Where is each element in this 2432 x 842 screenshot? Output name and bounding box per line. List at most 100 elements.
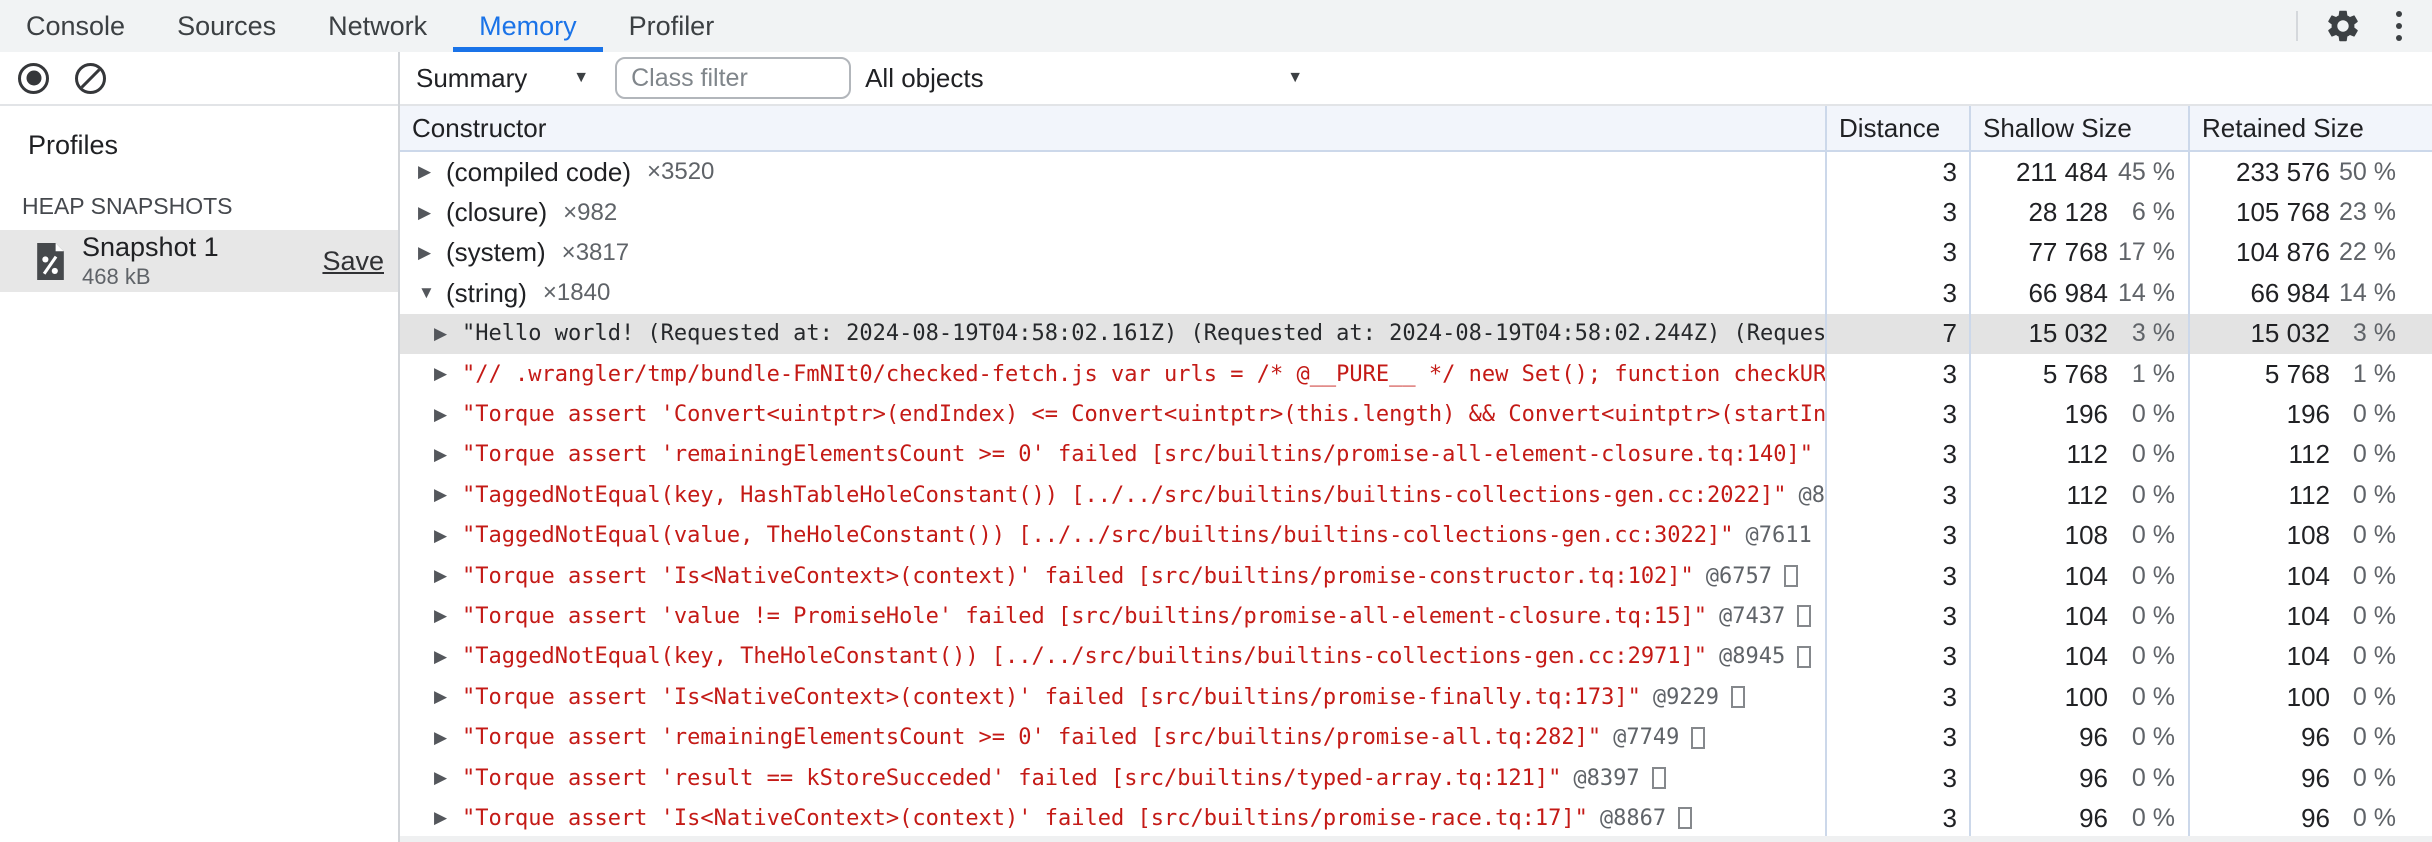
shallow-size-cell: 104 0 %: [1969, 596, 2188, 637]
collapsed-triangle-icon[interactable]: ▶: [434, 526, 462, 546]
table-row-6[interactable]: ▶ "// .wrangler/tmp/bundle-FmNIt0/checked…: [400, 353, 2432, 395]
sidebar-item-snapshot-1[interactable]: Snapshot 1 468 kB Save: [0, 230, 398, 292]
shallow-size-value: 196: [2064, 399, 2108, 430]
collapsed-triangle-icon[interactable]: ▶: [434, 405, 462, 425]
retained-size-value: 104: [2286, 641, 2330, 672]
missing-glyph-box-icon: [1797, 605, 1812, 628]
shallow-size-cell: 96 0 %: [1969, 717, 2188, 758]
class-filter-input[interactable]: [615, 57, 852, 99]
table-row-4[interactable]: ▼ (string) ×1840 3 66 984 14 % 66 984 14 %: [400, 273, 2432, 314]
shallow-size-percent: 0 %: [2131, 480, 2175, 509]
retained-size-cell: 108 0 %: [2188, 515, 2432, 556]
table-row-8[interactable]: ▶ "Torque assert 'remainingElementsCount …: [400, 434, 2432, 476]
table-row-14[interactable]: ▶ "Torque assert 'Is<NativeContext>(conte…: [400, 677, 2432, 718]
shallow-size-percent: 0 %: [2131, 723, 2175, 752]
missing-glyph-box-icon: [1678, 807, 1693, 830]
collapsed-triangle-icon[interactable]: ▶: [434, 324, 462, 344]
retained-size-value: 105 768: [2236, 197, 2330, 228]
table-row-17[interactable]: ▶ "Torque assert 'Is<NativeContext>(conte…: [400, 798, 2432, 836]
table-row-10[interactable]: ▶ "TaggedNotEqual(value, TheHoleConstant(…: [400, 515, 2432, 556]
column-header-shallow-size[interactable]: Shallow Size: [1969, 106, 2188, 150]
constructor-name: (closure): [446, 197, 548, 228]
perspective-select[interactable]: Summary ▼: [416, 63, 589, 94]
collapsed-triangle-icon[interactable]: ▶: [434, 566, 462, 586]
tab-console[interactable]: Console: [0, 0, 151, 52]
retained-size-cell: 233 576 50 %: [2188, 152, 2432, 193]
tab-memory[interactable]: Memory: [453, 0, 603, 52]
retained-size-cell: 112 0 %: [2188, 434, 2432, 476]
collapsed-triangle-icon[interactable]: ▶: [418, 162, 446, 182]
retained-size-percent: 0 %: [2352, 521, 2396, 550]
retained-size-percent: 22 %: [2339, 238, 2396, 267]
instance-count: ×3817: [561, 238, 630, 266]
chevron-down-icon: ▼: [1287, 69, 1304, 86]
table-row-16[interactable]: ▶ "Torque assert 'result == kStoreSuccede…: [400, 757, 2432, 799]
constructor-cell: ▶ "TaggedNotEqual(value, TheHoleConstant(…: [400, 516, 1825, 556]
collapsed-triangle-icon[interactable]: ▶: [434, 647, 462, 667]
retained-size-cell: 104 876 22 %: [2188, 232, 2432, 274]
shallow-size-percent: 45 %: [2118, 157, 2175, 186]
retained-size-value: 196: [2286, 399, 2330, 430]
shallow-size-cell: 112 0 %: [1969, 475, 2188, 516]
column-header-retained-size[interactable]: Retained Size: [2188, 106, 2432, 150]
table-row-9[interactable]: ▶ "TaggedNotEqual(key, HashTableHoleConst…: [400, 475, 2432, 516]
collapsed-triangle-icon[interactable]: ▶: [418, 243, 446, 263]
objects-scope-select[interactable]: All objects ▼: [865, 63, 1303, 94]
shallow-size-cell: 77 768 17 %: [1969, 232, 2188, 274]
distance-cell: 3: [1825, 596, 1969, 637]
retained-size-value: 96: [2301, 722, 2330, 753]
table-row-1[interactable]: ▶ (compiled code) ×3520 3 211 484 45 % 233 576…: [400, 152, 2432, 193]
tab-sources[interactable]: Sources: [151, 0, 302, 52]
snapshot-name: Snapshot 1: [82, 232, 219, 263]
constructor-cell: ▶ "TaggedNotEqual(key, TheHoleConstant())…: [400, 637, 1825, 677]
shallow-size-percent: 0 %: [2131, 682, 2175, 711]
collapsed-triangle-icon[interactable]: ▶: [434, 606, 462, 626]
column-header-constructor[interactable]: Constructor: [400, 106, 1825, 150]
save-snapshot-link[interactable]: Save: [322, 246, 384, 277]
record-heap-snapshot-icon[interactable]: [18, 62, 49, 94]
tab-profiler[interactable]: Profiler: [603, 0, 741, 52]
table-row-12[interactable]: ▶ "Torque assert 'value != PromiseHole' f…: [400, 596, 2432, 637]
object-id: @6757: [1705, 563, 1773, 589]
column-header-distance[interactable]: Distance: [1825, 106, 1969, 150]
retained-size-value: 96: [2301, 762, 2330, 793]
retained-size-percent: 0 %: [2352, 682, 2396, 711]
table-row-15[interactable]: ▶ "Torque assert 'remainingElementsCount …: [400, 717, 2432, 758]
table-row-5[interactable]: ▶ "Hello world! (Requested at: 2024-08-19…: [400, 313, 2432, 354]
collapsed-triangle-icon[interactable]: ▶: [434, 364, 462, 384]
datagrid-body: ▶ (compiled code) ×3520 3 211 484 45 % 233 576…: [400, 152, 2432, 836]
shallow-size-percent: 0 %: [2131, 642, 2175, 671]
constructor-cell: ▶ "Torque assert 'Is<NativeContext>(conte…: [400, 798, 1825, 836]
shallow-size-value: 104: [2064, 560, 2108, 591]
shallow-size-value: 28 128: [2028, 197, 2108, 228]
shallow-size-value: 15 032: [2028, 318, 2108, 349]
horizontal-scrollbar[interactable]: [400, 836, 2432, 842]
table-row-2[interactable]: ▶ (closure) ×982 3 28 128 6 % 105 768 23 %: [400, 192, 2432, 233]
clear-profiles-icon[interactable]: [75, 62, 106, 94]
collapsed-triangle-icon[interactable]: ▶: [434, 485, 462, 505]
shallow-size-percent: 0 %: [2131, 521, 2175, 550]
retained-size-percent: 14 %: [2339, 278, 2396, 307]
table-row-13[interactable]: ▶ "TaggedNotEqual(key, TheHoleConstant())…: [400, 636, 2432, 678]
devtools-window: Console Sources Network Memory Profiler Prof…: [0, 0, 2432, 842]
collapsed-triangle-icon[interactable]: ▶: [434, 768, 462, 788]
table-row-7[interactable]: ▶ "Torque assert 'Convert<uintptr>(endInd…: [400, 394, 2432, 435]
shallow-size-cell: 96 0 %: [1969, 798, 2188, 836]
collapsed-triangle-icon[interactable]: ▶: [434, 728, 462, 748]
retained-size-value: 108: [2286, 520, 2330, 551]
table-row-11[interactable]: ▶ "Torque assert 'Is<NativeContext>(conte…: [400, 555, 2432, 597]
collapsed-triangle-icon[interactable]: ▶: [418, 203, 446, 223]
settings-gear-icon[interactable]: [2324, 7, 2362, 45]
tab-network[interactable]: Network: [302, 0, 453, 52]
expanded-triangle-icon[interactable]: ▼: [418, 283, 446, 303]
collapsed-triangle-icon[interactable]: ▶: [434, 445, 462, 465]
more-options-kebab-icon[interactable]: [2388, 7, 2410, 45]
retained-size-percent: 0 %: [2352, 601, 2396, 630]
collapsed-triangle-icon[interactable]: ▶: [434, 687, 462, 707]
shallow-size-percent: 3 %: [2131, 319, 2175, 348]
collapsed-triangle-icon[interactable]: ▶: [434, 808, 462, 828]
retained-size-value: 104: [2286, 600, 2330, 631]
missing-glyph-box-icon: [1784, 565, 1799, 588]
table-row-3[interactable]: ▶ (system) ×3817 3 77 768 17 % 104 876 22 %: [400, 232, 2432, 274]
shallow-size-percent: 0 %: [2131, 440, 2175, 469]
